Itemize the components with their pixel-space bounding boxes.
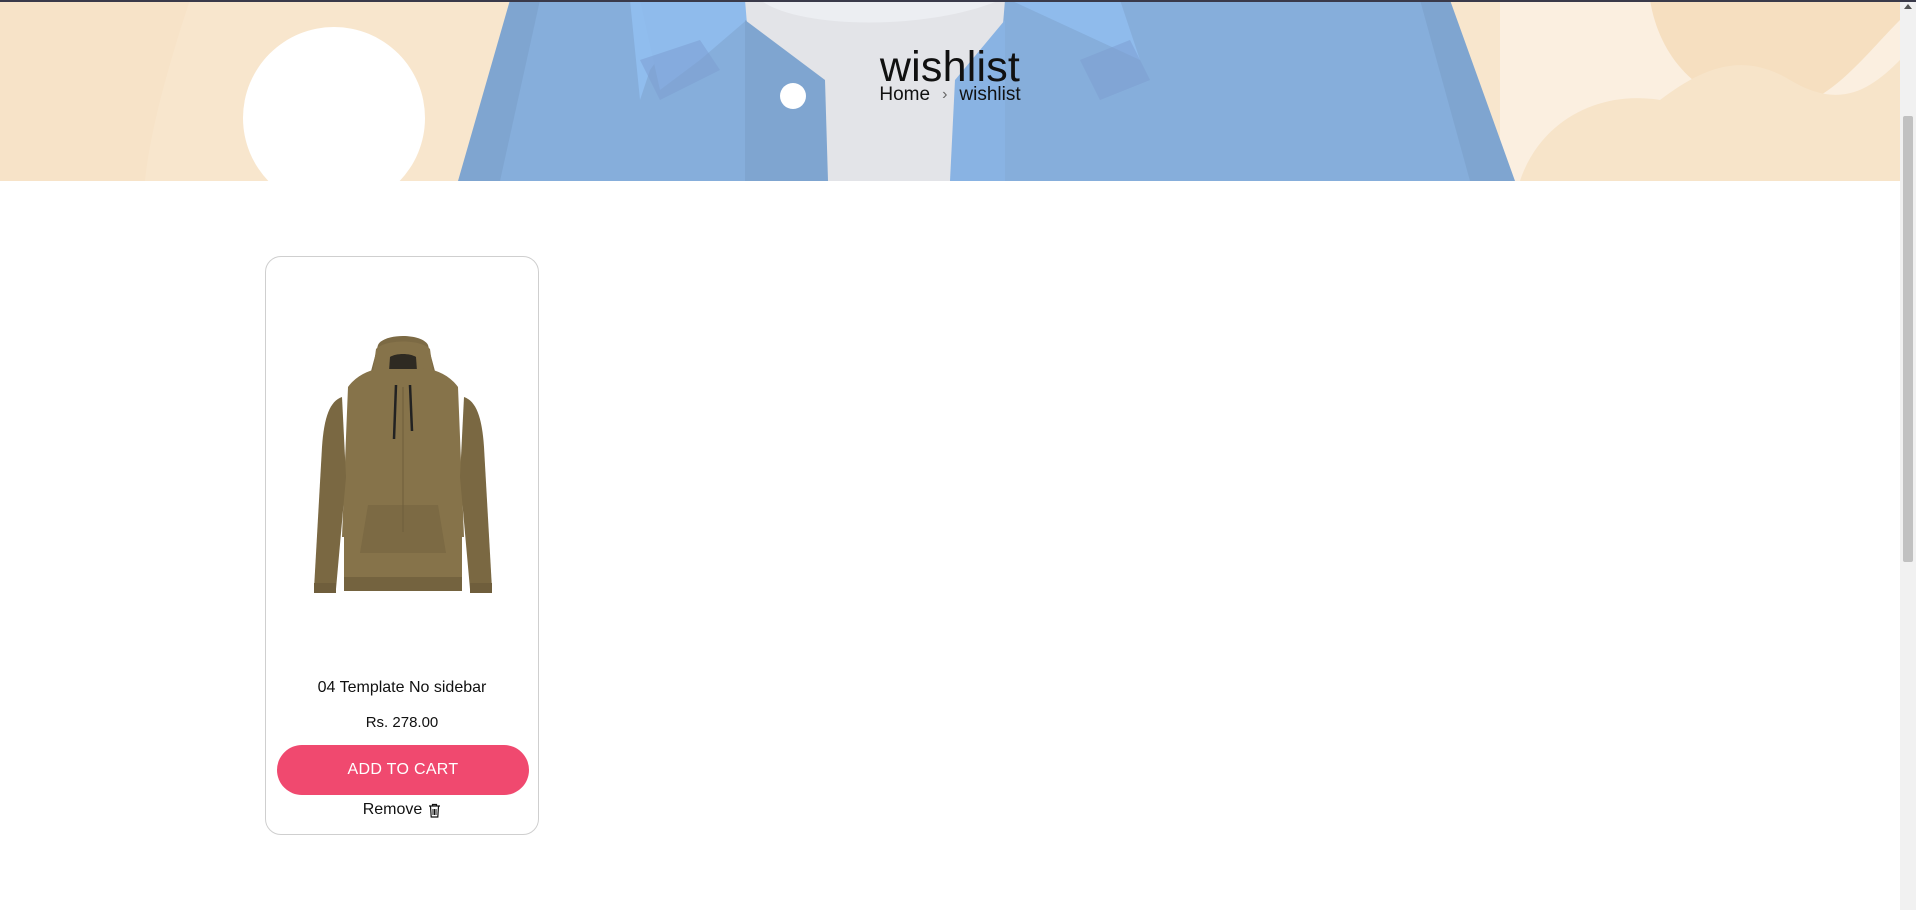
window-top-edge bbox=[0, 0, 1916, 2]
breadcrumb: Home › wishlist bbox=[0, 82, 1900, 109]
scrollbar-thumb[interactable] bbox=[1903, 116, 1913, 562]
add-to-cart-button[interactable]: ADD TO CART bbox=[277, 745, 529, 795]
page-hero-banner: wishlist Home › wishlist bbox=[0, 0, 1900, 181]
product-name[interactable]: 04 Template No sidebar bbox=[266, 677, 538, 699]
scroll-up-icon[interactable] bbox=[1904, 4, 1912, 9]
breadcrumb-separator-icon: › bbox=[942, 86, 948, 103]
wishlist-item-card: 04 Template No sidebar Rs. 278.00 ADD TO… bbox=[265, 256, 539, 835]
remove-item-button[interactable]: Remove bbox=[266, 799, 538, 821]
trash-icon bbox=[429, 803, 441, 818]
page-scrollbar[interactable] bbox=[1900, 0, 1916, 910]
remove-label: Remove bbox=[362, 801, 423, 818]
product-price: Rs. 278.00 bbox=[365, 714, 439, 731]
breadcrumb-current: wishlist bbox=[959, 84, 1021, 105]
breadcrumb-home-link[interactable]: Home bbox=[879, 84, 930, 105]
hoodie-image bbox=[314, 336, 492, 593]
